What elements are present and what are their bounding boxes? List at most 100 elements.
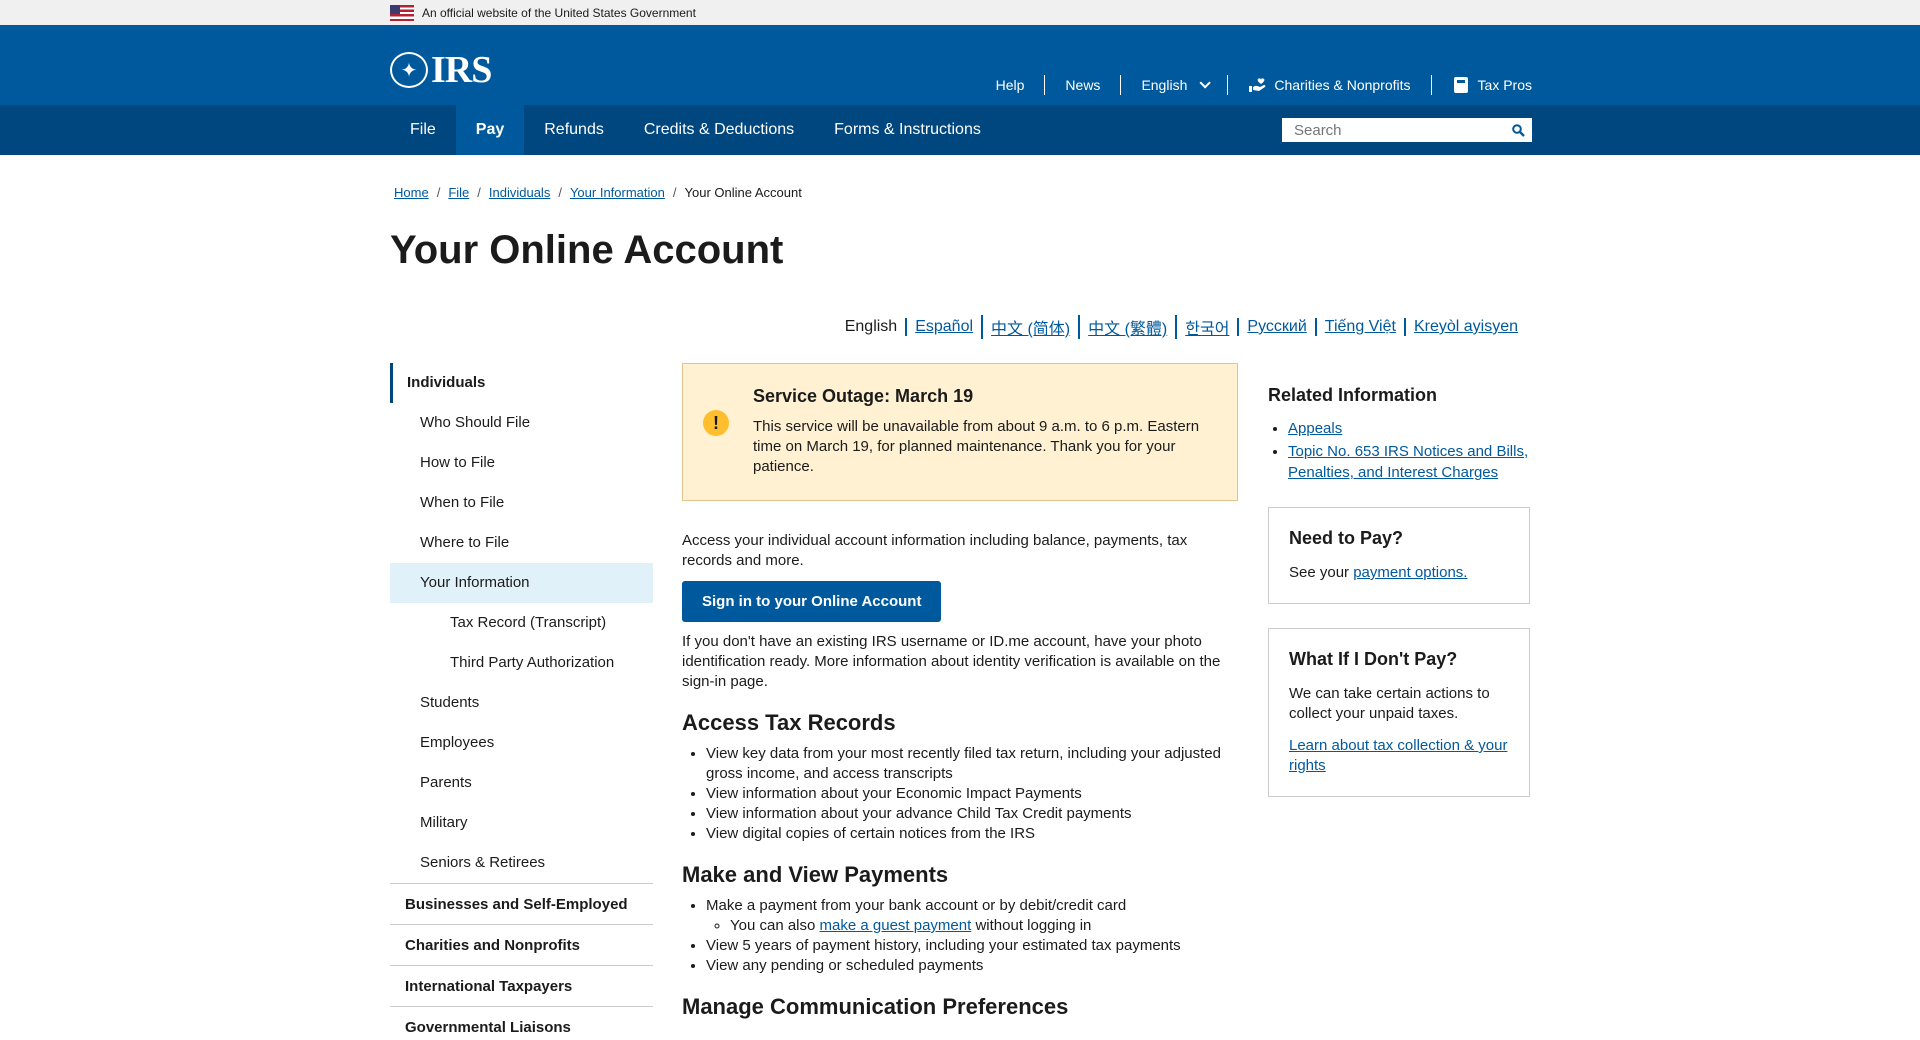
sidebar-head-individuals[interactable]: Individuals — [390, 363, 653, 403]
exclamation-icon: ! — [703, 410, 729, 436]
related-title: Related Information — [1268, 385, 1438, 405]
sidebar-item-tax-record[interactable]: Tax Record (Transcript) — [390, 603, 653, 643]
service-outage-alert: ! Service Outage: March 19 This service … — [682, 363, 1238, 501]
util-news-label: News — [1065, 77, 1101, 93]
util-news-link[interactable]: News — [1044, 75, 1120, 95]
lang-spanish[interactable]: Español — [905, 318, 981, 336]
site-header: ✦ IRS Help News English Charities & Nonp… — [0, 25, 1920, 105]
payments-sublist: You can also make a guest payment withou… — [706, 916, 1238, 936]
sidebar-item-military[interactable]: Military — [390, 803, 653, 843]
search-button[interactable] — [1504, 118, 1532, 142]
sidebar-item-when-to-file[interactable]: When to File — [390, 483, 653, 523]
main-content: ! Service Outage: March 19 This service … — [682, 363, 1238, 1028]
lang-vietnamese[interactable]: Tiếng Việt — [1314, 318, 1404, 336]
breadcrumb-current: Your Online Account — [684, 185, 802, 200]
tab-pay[interactable]: Pay — [455, 105, 525, 155]
sidebar-item-where-to-file[interactable]: Where to File — [390, 523, 653, 563]
payment-options-link[interactable]: payment options. — [1353, 564, 1467, 581]
tab-credits-deductions[interactable]: Credits & Deductions — [624, 105, 814, 155]
list-item: Appeals — [1288, 418, 1530, 439]
irs-logo[interactable]: ✦ IRS — [390, 48, 492, 92]
list-item: View 5 years of payment history, includi… — [706, 936, 1238, 956]
list-item: View information about your advance Chil… — [706, 804, 1238, 824]
breadcrumb: Home / File / Individuals / Your Informatio… — [394, 185, 802, 200]
gov-banner: An official website of the United States… — [0, 0, 1920, 25]
lang-russian[interactable]: Русский — [1237, 318, 1314, 336]
sidebar-item-your-information[interactable]: Your Information — [390, 563, 653, 603]
sidebar-item-students[interactable]: Students — [390, 683, 653, 723]
lang-haitian-creole[interactable]: Kreyòl ayisyen — [1403, 318, 1526, 336]
what-if-text: We can take certain actions to collect y… — [1289, 685, 1490, 722]
sub-prefix: You can also — [730, 917, 820, 934]
need-to-pay-card: Need to Pay? See your payment options. — [1268, 507, 1530, 604]
what-if-title: What If I Don't Pay? — [1289, 649, 1458, 669]
need-to-pay-prefix: See your — [1289, 564, 1354, 581]
lang-chinese-traditional[interactable]: 中文 (繁體) — [1078, 315, 1175, 339]
language-dropdown-label: English — [1141, 77, 1188, 93]
list-item: View any pending or scheduled payments — [706, 956, 1238, 976]
what-if-card: What If I Don't Pay? We can take certain… — [1268, 628, 1530, 797]
page-title: Your Online Account — [390, 228, 784, 272]
language-dropdown[interactable]: English — [1120, 75, 1227, 95]
guest-payment-link[interactable]: make a guest payment — [820, 917, 972, 934]
sign-in-button[interactable]: Sign in to your Online Account — [682, 581, 942, 622]
tab-refunds[interactable]: Refunds — [524, 105, 624, 155]
breadcrumb-separator: / — [477, 185, 481, 200]
chevron-down-icon — [1199, 77, 1212, 89]
tax-collection-link[interactable]: Learn about tax collection & your rights — [1289, 736, 1509, 776]
breadcrumb-separator: / — [558, 185, 562, 200]
heading-communication-preferences: Manage Communication Preferences — [682, 994, 1069, 1019]
util-charities-label: Charities & Nonprofits — [1274, 77, 1411, 93]
heading-make-view-payments: Make and View Payments — [682, 862, 949, 887]
breadcrumb-individuals[interactable]: Individuals — [489, 185, 550, 200]
sidebar-item-seniors-retirees[interactable]: Seniors & Retirees — [390, 843, 653, 883]
us-flag-icon — [390, 4, 414, 21]
lang-korean[interactable]: 한국어 — [1175, 315, 1237, 339]
tab-forms-instructions[interactable]: Forms & Instructions — [814, 105, 1001, 155]
sidebar-section-international[interactable]: International Taxpayers — [390, 965, 653, 1006]
sidebar-item-who-should-file[interactable]: Who Should File — [390, 403, 653, 443]
list-item: View digital copies of certain notices f… — [706, 824, 1238, 844]
list-item: You can also make a guest payment withou… — [730, 916, 1238, 936]
list-item: View key data from your most recently fi… — [706, 744, 1238, 784]
gov-banner-text: An official website of the United States… — [422, 5, 696, 20]
breadcrumb-home[interactable]: Home — [394, 185, 429, 200]
list-item: Make a payment from your bank account or… — [706, 896, 1238, 936]
related-information: Related Information Appeals Topic No. 65… — [1268, 363, 1530, 483]
sidebar-item-employees[interactable]: Employees — [390, 723, 653, 763]
util-help-label: Help — [995, 77, 1025, 93]
sidebar-item-third-party-authorization[interactable]: Third Party Authorization — [390, 643, 653, 683]
related-links: Appeals Topic No. 653 IRS Notices and Bi… — [1268, 418, 1530, 483]
breadcrumb-your-information[interactable]: Your Information — [570, 185, 665, 200]
sidebar-section-charities[interactable]: Charities and Nonprofits — [390, 924, 653, 965]
sidebar-section-governmental[interactable]: Governmental Liaisons — [390, 1006, 653, 1040]
alert-title: Service Outage: March 19 — [753, 386, 974, 406]
language-bar: English Español 中文 (简体) 中文 (繁體) 한국어 Русс… — [837, 315, 1526, 339]
list-item: Topic No. 653 IRS Notices and Bills, Pen… — [1288, 441, 1530, 483]
eagle-icon: ✦ — [390, 52, 428, 88]
sidebar-nav: Individuals Who Should File How to File … — [390, 363, 653, 1040]
utility-nav: Help News English Charities & Nonprofits… — [976, 75, 1532, 95]
identity-note: If you don't have an existing IRS userna… — [682, 633, 1221, 690]
appeals-link[interactable]: Appeals — [1288, 420, 1342, 437]
sub-suffix: without logging in — [971, 917, 1092, 934]
sidebar-item-parents[interactable]: Parents — [390, 763, 653, 803]
main-nav: File Pay Refunds Credits & Deductions Fo… — [0, 105, 1920, 155]
book-icon — [1453, 77, 1468, 93]
sidebar-section-businesses[interactable]: Businesses and Self-Employed — [390, 883, 653, 924]
util-help-link[interactable]: Help — [976, 75, 1045, 95]
search-box — [1282, 118, 1532, 142]
util-taxpros-link[interactable]: Tax Pros — [1430, 75, 1532, 95]
lang-chinese-simplified[interactable]: 中文 (简体) — [981, 315, 1078, 339]
topic-653-link[interactable]: Topic No. 653 IRS Notices and Bills, Pen… — [1288, 443, 1528, 481]
breadcrumb-separator: / — [672, 185, 677, 200]
alert-body: This service will be unavailable from ab… — [753, 418, 1200, 475]
access-tax-records-list: View key data from your most recently fi… — [682, 744, 1238, 844]
search-input[interactable] — [1282, 118, 1504, 142]
tab-file[interactable]: File — [390, 105, 456, 155]
breadcrumb-separator: / — [436, 185, 441, 200]
need-to-pay-text: See your payment options. — [1289, 563, 1509, 583]
breadcrumb-file[interactable]: File — [448, 185, 469, 200]
sidebar-item-how-to-file[interactable]: How to File — [390, 443, 653, 483]
util-charities-link[interactable]: Charities & Nonprofits — [1227, 75, 1430, 95]
